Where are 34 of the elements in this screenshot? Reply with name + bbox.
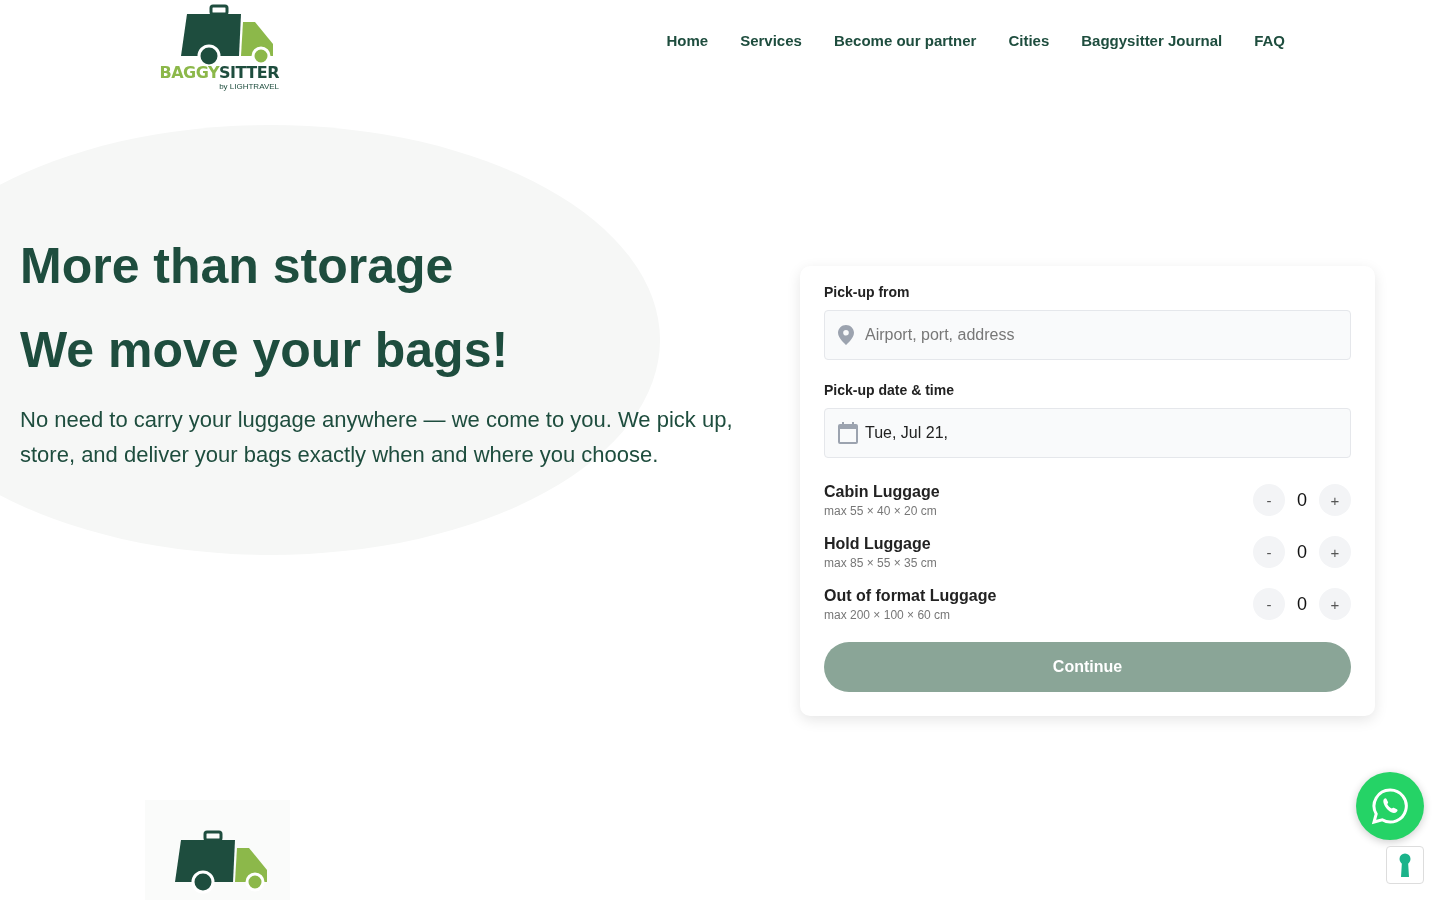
field-label: Pick-up date & time bbox=[824, 382, 955, 398]
brand-tagline: by LIGHTRAVEL bbox=[219, 82, 279, 91]
luggage-count: 0 bbox=[1296, 489, 1308, 511]
luggage-name: Out of format Luggage bbox=[824, 586, 997, 605]
nav-link[interactable]: Baggysitter Journal bbox=[1081, 32, 1223, 49]
luggage-size: max 85 × 55 × 35 cm bbox=[824, 555, 937, 570]
keyhole-button[interactable] bbox=[1386, 846, 1424, 884]
nav-link[interactable]: Home bbox=[666, 32, 709, 49]
increment-button[interactable]: + bbox=[1319, 536, 1351, 568]
luggage-name: Cabin Luggage bbox=[824, 482, 940, 501]
nav-link[interactable]: Services bbox=[740, 32, 802, 49]
date-field[interactable]: Tue, Jul 21, bbox=[824, 408, 1351, 458]
luggage-size: max 200 × 100 × 60 cm bbox=[824, 607, 952, 622]
luggage-count: 0 bbox=[1296, 593, 1308, 615]
nav-link[interactable]: FAQ bbox=[1254, 32, 1285, 49]
hero-description: No need to carry your luggage anywhere — we come to you. We pick up, store, and deliver your bags exactly when and where you choose. bbox=[20, 406, 734, 469]
field-label: Pick-up from bbox=[824, 284, 911, 300]
hero-subtitle: We move your bags! bbox=[20, 321, 510, 380]
nav-link[interactable]: Become our partner bbox=[833, 32, 977, 49]
brand-name[interactable]: BAGGYSITTER bbox=[159, 64, 279, 82]
decrement-button[interactable]: - bbox=[1253, 484, 1285, 516]
luggage-count: 0 bbox=[1296, 541, 1308, 563]
increment-button[interactable]: + bbox=[1319, 588, 1351, 620]
hero-title: More than storage bbox=[20, 237, 455, 296]
keyhole-icon bbox=[1399, 853, 1411, 877]
nav-link[interactable]: Cities bbox=[1008, 32, 1050, 49]
luggage-name: Hold Luggage bbox=[824, 534, 932, 553]
decrement-button[interactable]: - bbox=[1253, 536, 1285, 568]
luggage-size: max 55 × 40 × 20 cm bbox=[824, 503, 938, 518]
decrement-button[interactable]: - bbox=[1253, 588, 1285, 620]
chat-button[interactable] bbox=[1356, 772, 1424, 840]
chat-bubble-icon bbox=[1371, 787, 1409, 825]
increment-button[interactable]: + bbox=[1319, 484, 1351, 516]
pickup-field[interactable]: Airport, port, address bbox=[824, 310, 1351, 360]
